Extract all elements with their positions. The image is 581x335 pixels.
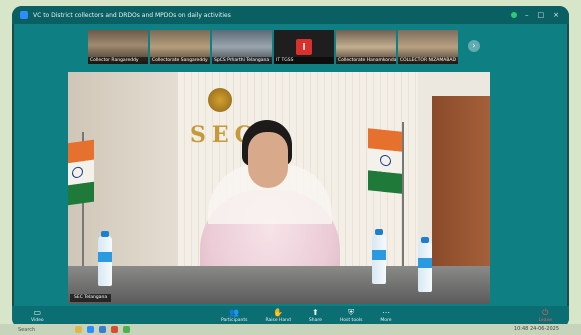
speaker-face [248, 132, 288, 188]
main-video: SEC SEC Telangana [68, 72, 490, 304]
window-title: VC to District collectors and DRDOs and … [33, 11, 231, 19]
share-label: Share [308, 318, 322, 323]
video-icon: ▭ [33, 308, 42, 317]
leave-label: Leave [538, 318, 552, 323]
speaker-name-label: SEC Telangana [70, 294, 112, 302]
participant-name: COLLECTOR NIZAMABAD [398, 57, 458, 64]
app-icon[interactable] [87, 326, 95, 333]
flag-right [368, 128, 402, 194]
participant-tile[interactable]: I IT TGSS [274, 30, 334, 64]
water-bottle [98, 231, 112, 286]
minimize-button[interactable]: – [525, 11, 529, 19]
app-icon[interactable] [75, 326, 83, 333]
participant-name: Collectorate Sangareddy [150, 57, 210, 64]
flag-left [68, 139, 94, 207]
water-bottle [372, 229, 386, 284]
security-indicator-icon[interactable] [511, 12, 517, 18]
title-bar: VC to District collectors and DRDOs and … [12, 6, 569, 24]
taskbar: Search 10:48 24-06-2025 [0, 324, 581, 335]
leave-button[interactable]: ⏻ Leave [539, 308, 552, 323]
app-icon[interactable] [99, 326, 107, 333]
leave-icon: ⏻ [542, 308, 549, 317]
clock-time: 10:48 [513, 326, 529, 332]
participant-strip: Collector Rangareddy Collectorate Sangar… [88, 30, 458, 64]
participant-avatar: I [296, 39, 312, 55]
participant-tile[interactable]: SpCS Prharthi Telangana [212, 30, 272, 64]
clock: 10:48 24-06-2025 [514, 326, 559, 332]
hand-icon: ✋ [273, 308, 284, 317]
participant-tile[interactable]: Collector Rangareddy [88, 30, 148, 64]
host-tools-label: Host tools [339, 318, 363, 323]
clock-date: 24-06-2025 [529, 326, 559, 332]
close-button[interactable]: × [553, 11, 559, 19]
participant-name: IT TGSS [274, 57, 334, 64]
participant-name: Collectorate Hanamkonda [336, 57, 396, 64]
more-button[interactable]: ⋯ More [380, 308, 391, 323]
emblem-icon [208, 88, 232, 112]
participants-button[interactable]: 👥 Participants [221, 308, 247, 323]
video-label: Video [31, 318, 44, 323]
door [432, 96, 490, 266]
app-icon [20, 11, 28, 19]
more-icon: ⋯ [382, 308, 390, 317]
maximize-button[interactable]: □ [538, 11, 545, 19]
video-call-window: VC to District collectors and DRDOs and … [12, 6, 569, 328]
participants-label: Participants [221, 318, 248, 323]
participant-tile[interactable]: COLLECTOR NIZAMABAD [398, 30, 458, 64]
share-icon: ⬆ [312, 308, 319, 317]
raise-hand-label: Raise Hand [265, 318, 291, 323]
participant-tile[interactable]: Collectorate Hanamkonda [336, 30, 396, 64]
participants-icon: 👥 [229, 308, 240, 317]
participant-tile[interactable]: Collectorate Sangareddy [150, 30, 210, 64]
video-button[interactable]: ▭ Video [31, 308, 44, 323]
app-icon[interactable] [123, 326, 131, 333]
participant-name: SpCS Prharthi Telangana [212, 57, 272, 64]
share-button[interactable]: ⬆ Share [309, 308, 322, 323]
app-icon[interactable] [111, 326, 119, 333]
chevron-right-icon[interactable]: › [468, 40, 480, 52]
host-tools-button[interactable]: ⛨ Host tools [340, 308, 363, 323]
water-bottle [418, 237, 432, 292]
flag-pole [402, 122, 404, 272]
raise-hand-button[interactable]: ✋ Raise Hand [265, 308, 290, 323]
participant-name: Collector Rangareddy [88, 57, 148, 64]
search-box[interactable]: Search [18, 327, 35, 333]
more-label: More [380, 318, 392, 323]
shield-icon: ⛨ [348, 308, 355, 317]
